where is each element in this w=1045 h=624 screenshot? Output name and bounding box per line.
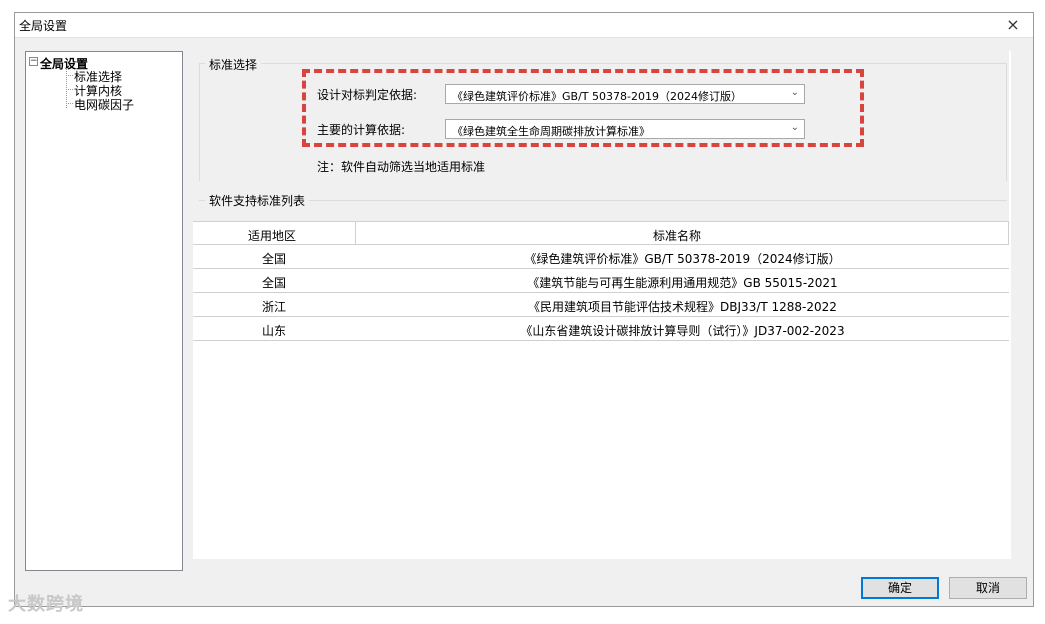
cell-region: 全国 (261, 252, 286, 266)
watermark-logo: 大数跨境 (8, 594, 84, 615)
dialog-titlebar: 全局设置 × (15, 13, 1033, 38)
supported-list-header: 软件支持标准列表 (193, 181, 1009, 221)
supported-list-title: 软件支持标准列表 (205, 192, 310, 209)
cell-region: 山东 (261, 324, 286, 338)
cell-standard-name: 《建筑节能与可再生能源利用通用规范》GB 55015-2021 (527, 276, 838, 290)
tree-item-grid-carbon-factor[interactable]: 电网碳因子 (65, 96, 134, 113)
table-row[interactable]: 山东 《山东省建筑设计碳排放计算导则（试行）》JD37-002-2023 (193, 317, 1009, 341)
divider (199, 200, 1007, 201)
column-header-region[interactable]: 适用地区 (248, 227, 296, 244)
cell-standard-name: 《山东省建筑设计碳排放计算导则（试行）》JD37-002-2023 (520, 324, 845, 338)
cell-region: 浙江 (261, 300, 286, 314)
ok-button[interactable]: 确定 (861, 577, 939, 599)
highlight-annotation (302, 69, 864, 147)
table-row[interactable]: 全国 《绿色建筑评价标准》GB/T 50378-2019（2024修订版） (193, 245, 1009, 269)
global-settings-dialog: 全局设置 × − 全局设置 标准选择 计算内核 电网碳因子 标准选择 设计对标判… (14, 12, 1034, 607)
table-header: 适用地区 标准名称 (193, 221, 1009, 245)
table-row[interactable]: 浙江 《民用建筑项目节能评估技术规程》DBJ33/T 1288-2022 (193, 293, 1009, 317)
cancel-button[interactable]: 取消 (949, 577, 1027, 599)
table-row[interactable]: 全国 《建筑节能与可再生能源利用通用规范》GB 55015-2021 (193, 269, 1009, 293)
settings-panel: 标准选择 设计对标判定依据: 《绿色建筑评价标准》GB/T 50378-2019… (193, 51, 1011, 559)
supported-standards-table: 适用地区 标准名称 全国 《绿色建筑评价标准》GB/T 50378-2019（2… (193, 221, 1009, 341)
filter-note: 注：软件自动筛选当地适用标准 (317, 160, 486, 174)
settings-tree: − 全局设置 标准选择 计算内核 电网碳因子 (25, 51, 183, 571)
standard-selection-group: 标准选择 设计对标判定依据: 《绿色建筑评价标准》GB/T 50378-2019… (193, 51, 1009, 183)
cell-region: 全国 (261, 276, 286, 290)
group-label: 标准选择 (205, 56, 262, 73)
collapse-icon[interactable]: − (29, 57, 38, 66)
cell-standard-name: 《绿色建筑评价标准》GB/T 50378-2019（2024修订版） (524, 252, 841, 266)
column-header-standard-name[interactable]: 标准名称 (653, 227, 701, 244)
tree-connector (66, 68, 67, 108)
dialog-title: 全局设置 (19, 19, 68, 33)
column-separator (355, 222, 356, 244)
cell-standard-name: 《民用建筑项目节能评估技术规程》DBJ33/T 1288-2022 (528, 300, 837, 314)
close-icon[interactable]: × (999, 13, 1027, 37)
